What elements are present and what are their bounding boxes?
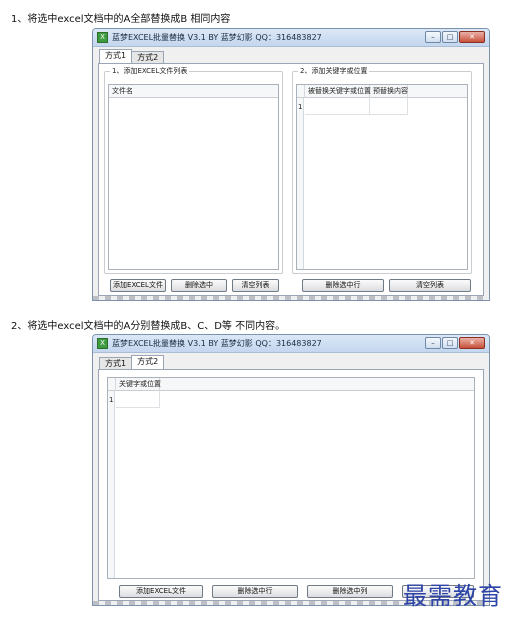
tab-mode2[interactable]: 方式2 [131, 355, 165, 369]
tab-panel-mode2: 关键字或位置 1 添加EXCEL文件 删除选中行 删除选中列 [98, 369, 484, 601]
window-title: 蓝梦EXCEL批量替换 V3.1 BY 蓝梦幻影 QQ：316483827 [112, 33, 322, 42]
keyword-grid-header: 被替换关键字或位置 预替换内容 [297, 85, 467, 98]
excel-app-icon: X [97, 32, 108, 43]
add-excel-file-button[interactable]: 添加EXCEL文件 [119, 585, 203, 598]
row-header-strip: 1 [297, 98, 304, 269]
delete-selected-row-button[interactable]: 删除选中行 [212, 585, 298, 598]
window-titlebar[interactable]: X 蓝梦EXCEL批量替换 V3.1 BY 蓝梦幻影 QQ：316483827 … [93, 29, 489, 47]
watermark-logo: 最需教育 [403, 582, 503, 610]
row-header-corner [297, 85, 305, 98]
excel-app-icon: X [97, 338, 108, 349]
replace-tool-window-mode2: X 蓝梦EXCEL批量替换 V3.1 BY 蓝梦幻影 QQ：316483827 … [92, 334, 490, 606]
minimize-button[interactable]: – [425, 337, 441, 349]
step-2-caption: 2、将选中excel文档中的A分别替换成B、C、D等 不同内容。 [11, 321, 286, 332]
delete-selected-row-button[interactable]: 删除选中行 [302, 279, 384, 292]
minimize-button[interactable]: – [425, 31, 441, 43]
row-number: 1 [298, 103, 303, 111]
window-title: 蓝梦EXCEL批量替换 V3.1 BY 蓝梦幻影 QQ：316483827 [112, 339, 322, 348]
keyword-position-cell[interactable] [116, 391, 160, 408]
close-button[interactable]: ✕ [459, 337, 485, 349]
window-titlebar[interactable]: X 蓝梦EXCEL批量替换 V3.1 BY 蓝梦幻影 QQ：316483827 … [93, 335, 489, 353]
mode-tabs: 方式1 方式2 [99, 355, 165, 369]
mode-tabs: 方式1 方式2 [99, 49, 165, 63]
tab-mode1[interactable]: 方式1 [99, 357, 133, 369]
replacement-content-column-header[interactable]: 预替换内容 [370, 85, 408, 98]
tab-mode1[interactable]: 方式1 [99, 49, 133, 63]
step-1-caption: 1、将选中excel文档中的A全部替换成B 相同内容 [11, 14, 231, 25]
file-list-header: 文件名 [109, 85, 278, 98]
delete-selected-button[interactable]: 删除选中 [171, 279, 227, 292]
keyword-grid[interactable]: 被替换关键字或位置 预替换内容 1 [296, 84, 468, 270]
file-list-group-title: 1、添加EXCEL文件列表 [110, 66, 190, 76]
add-excel-file-button[interactable]: 添加EXCEL文件 [110, 279, 166, 292]
maximize-button[interactable]: □ [442, 337, 458, 349]
keyword-position-header: 关键字或位置 [108, 378, 474, 391]
keyword-cell[interactable] [305, 98, 370, 115]
replaced-keyword-column-header[interactable]: 被替换关键字或位置 [305, 85, 371, 98]
maximize-button[interactable]: □ [442, 31, 458, 43]
cropped-status-strip [93, 296, 489, 300]
replacement-cell[interactable] [370, 98, 408, 115]
file-list-grid[interactable]: 文件名 [108, 84, 279, 270]
clear-file-list-button[interactable]: 清空列表 [232, 279, 279, 292]
delete-selected-column-button[interactable]: 删除选中列 [307, 585, 393, 598]
replace-tool-window-mode1: X 蓝梦EXCEL批量替换 V3.1 BY 蓝梦幻影 QQ：316483827 … [92, 28, 490, 301]
row-header-corner [108, 378, 116, 391]
clear-keyword-list-button[interactable]: 清空列表 [389, 279, 471, 292]
tab-panel-mode1: 1、添加EXCEL文件列表 文件名 2、添加关键字或位置 被替换关键字或位置 预… [98, 63, 484, 296]
tab-mode2[interactable]: 方式2 [131, 51, 165, 63]
keyword-position-column-header[interactable]: 关键字或位置 [116, 378, 161, 391]
keyword-group-title: 2、添加关键字或位置 [298, 66, 370, 76]
keyword-position-grid[interactable]: 关键字或位置 1 [107, 377, 475, 579]
close-button[interactable]: ✕ [459, 31, 485, 43]
row-header-strip: 1 [108, 391, 115, 578]
file-name-column-header[interactable]: 文件名 [109, 85, 278, 98]
row-number: 1 [109, 396, 114, 404]
keyword-group: 2、添加关键字或位置 被替换关键字或位置 预替换内容 1 [292, 66, 472, 274]
file-list-group: 1、添加EXCEL文件列表 文件名 [104, 66, 283, 274]
